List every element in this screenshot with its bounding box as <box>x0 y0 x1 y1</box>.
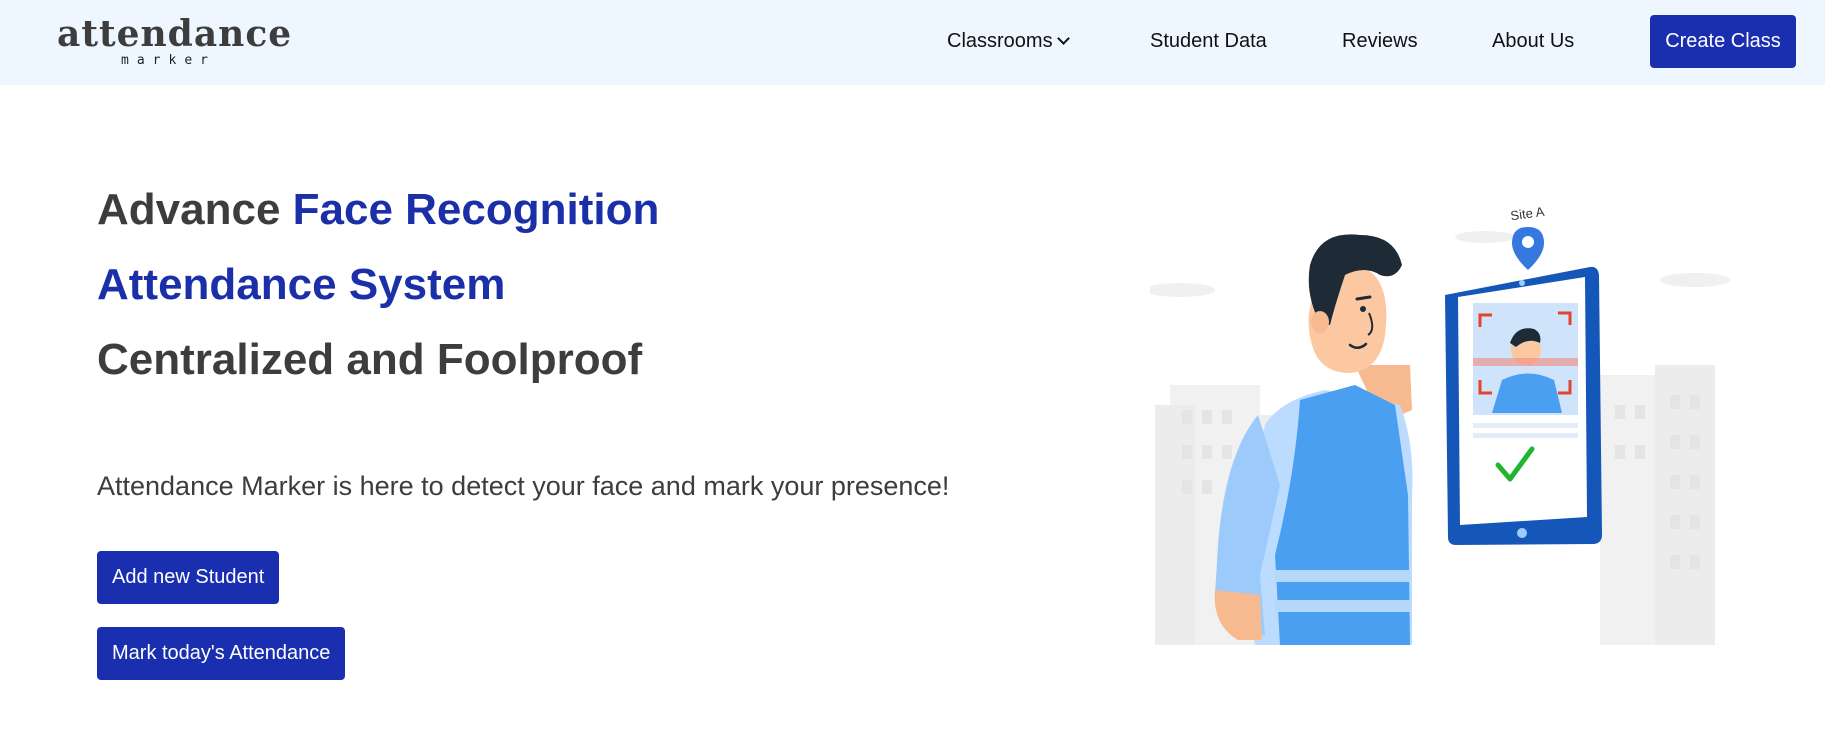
face-recognition-illustration: Site A <box>1150 204 1730 645</box>
location-pin-icon <box>1512 227 1544 270</box>
logo[interactable]: attendance marker <box>57 13 293 68</box>
chevron-down-icon <box>1056 32 1070 45</box>
hero-heading-highlight: Face Recognition <box>292 185 660 234</box>
person-figure <box>1214 234 1413 645</box>
phone-device <box>1445 266 1602 545</box>
nav-student-data[interactable]: Student Data <box>1150 29 1267 53</box>
hero-heading-line1: Advance Face Recognition <box>97 184 659 236</box>
mark-attendance-button[interactable]: Mark today's Attendance <box>97 627 346 680</box>
nav-classrooms-label: Classrooms <box>947 30 1053 52</box>
logo-tagline: marker <box>121 53 216 68</box>
hero-description: Attendance Marker is here to detect your… <box>97 471 950 501</box>
hero-heading-line2: Attendance System <box>97 260 506 309</box>
add-new-student-button[interactable]: Add new Student <box>97 551 280 604</box>
hero-heading-line3: Centralized and Foolproof <box>97 335 643 384</box>
logo-wordmark: attendance <box>57 13 293 55</box>
nav-classrooms[interactable]: Classrooms <box>947 29 1070 53</box>
hero-heading-prefix: Advance <box>97 185 293 234</box>
nav-about-us[interactable]: About Us <box>1492 29 1574 53</box>
navbar: attendance marker Classrooms Student Dat… <box>0 0 1825 85</box>
pin-label: Site A <box>1510 204 1546 224</box>
nav-reviews[interactable]: Reviews <box>1342 29 1418 53</box>
create-class-button[interactable]: Create Class <box>1650 15 1796 68</box>
